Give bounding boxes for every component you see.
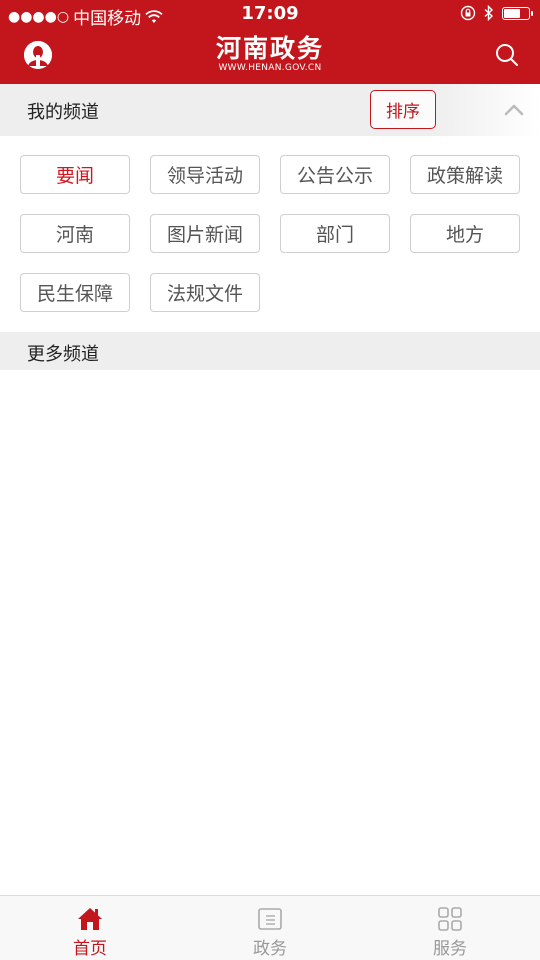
tab-home[interactable]: 首页 bbox=[0, 896, 180, 960]
orientation-lock-icon bbox=[460, 5, 476, 21]
bottom-tab-bar: 首页 政务 服务 bbox=[0, 895, 540, 960]
tab-label: 政务 bbox=[253, 939, 287, 959]
channel-chip[interactable]: 地方 bbox=[410, 214, 520, 253]
status-bar: ●●●●○ 中国移动 17:09 bbox=[0, 0, 540, 29]
channel-chip[interactable]: 法规文件 bbox=[150, 273, 260, 312]
channel-chip[interactable]: 民生保障 bbox=[20, 273, 130, 312]
app-logo: 河南政务 WWW.HENAN.GOV.CN bbox=[0, 34, 540, 74]
status-time: 17:09 bbox=[241, 3, 299, 24]
channel-chip[interactable]: 政策解读 bbox=[410, 155, 520, 194]
tab-label: 首页 bbox=[73, 939, 107, 959]
search-button[interactable] bbox=[494, 42, 520, 68]
more-channels-title: 更多频道 bbox=[27, 344, 99, 365]
chevron-up-icon bbox=[504, 104, 524, 116]
app-subtitle: WWW.HENAN.GOV.CN bbox=[218, 63, 322, 73]
search-icon bbox=[496, 44, 518, 66]
collapse-button[interactable] bbox=[502, 98, 526, 122]
channel-chip[interactable]: 领导活动 bbox=[150, 155, 260, 194]
channel-chip[interactable]: 图片新闻 bbox=[150, 214, 260, 253]
battery-fill bbox=[504, 8, 521, 18]
app-title: 河南政务 bbox=[215, 34, 324, 63]
bluetooth-icon bbox=[484, 5, 494, 21]
channel-chip[interactable]: 部门 bbox=[280, 214, 390, 253]
grid-icon bbox=[438, 907, 462, 931]
tab-government-affairs[interactable]: 政务 bbox=[180, 896, 360, 960]
channel-chip[interactable]: 要闻 bbox=[20, 155, 130, 194]
sort-button[interactable]: 排序 bbox=[370, 90, 436, 129]
my-channels-title: 我的频道 bbox=[27, 102, 99, 123]
channel-chip[interactable]: 公告公示 bbox=[280, 155, 390, 194]
home-icon bbox=[78, 908, 102, 930]
document-icon bbox=[258, 908, 282, 930]
app-header: 河南政务 WWW.HENAN.GOV.CN bbox=[0, 28, 540, 84]
status-right bbox=[460, 5, 533, 21]
battery-icon bbox=[502, 6, 533, 20]
more-channels-header: 更多频道 bbox=[0, 332, 540, 370]
channel-chip[interactable]: 河南 bbox=[20, 214, 130, 253]
tab-services[interactable]: 服务 bbox=[360, 896, 540, 960]
my-channels-header: 我的频道 排序 bbox=[0, 84, 540, 136]
tab-label: 服务 bbox=[433, 939, 467, 959]
